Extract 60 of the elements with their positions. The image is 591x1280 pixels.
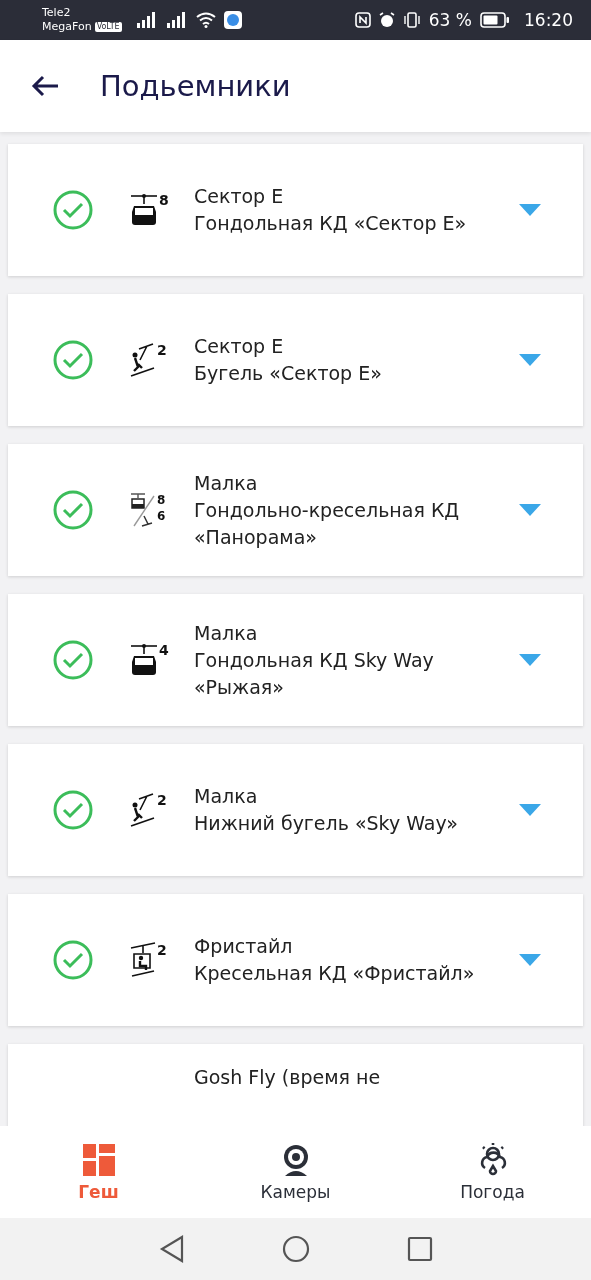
lift-name: Гондольная КД Sky Way «Рыжая»	[194, 647, 435, 700]
lift-area: Сектор Е	[194, 333, 509, 360]
wifi-icon	[195, 12, 216, 28]
lift-card[interactable]: Gosh Fly (время не	[8, 1044, 583, 1126]
carrier-name: MegaFon	[42, 20, 92, 34]
lift-area: Малка	[194, 783, 509, 810]
gondola-icon	[130, 192, 158, 228]
dropdown-caret-icon[interactable]	[519, 954, 541, 966]
tbar-skier-icon	[130, 792, 156, 828]
lift-name: Гондольно-кресельная КД «Панорама»	[194, 497, 461, 550]
lift-card[interactable]: 8 Сектор Е Гондольная КД «Сектор Е»	[8, 144, 583, 276]
lift-name: Нижний бугель «Sky Way»	[194, 811, 459, 836]
lift-card[interactable]: 4 Малка Гондольная КД Sky Way «Рыжая»	[8, 594, 583, 726]
dropdown-caret-icon[interactable]	[519, 504, 541, 516]
lift-card[interactable]: 2 Фристайл Кресельная КД «Фристайл»	[8, 894, 583, 1026]
dropdown-caret-icon[interactable]	[519, 204, 541, 216]
alarm-icon	[378, 12, 395, 28]
gondola-icon	[130, 642, 158, 678]
vibrate-icon	[402, 12, 421, 28]
chairlift-icon	[130, 942, 156, 978]
gondola-chair-icon	[130, 492, 156, 528]
lift-card[interactable]: 8 6 Малка Гондольно-кресельная КД «Панорама»	[8, 444, 583, 576]
capacity-number: 2	[157, 942, 167, 958]
back-arrow-icon[interactable]	[30, 74, 60, 98]
nfc-icon	[354, 12, 371, 28]
lift-name: Гондольная КД «Сектор Е»	[194, 211, 468, 236]
lift-card[interactable]: 2 Малка Нижний бугель «Sky Way»	[8, 744, 583, 876]
battery-percent: 63 %	[428, 10, 472, 30]
dropdown-caret-icon[interactable]	[519, 654, 541, 666]
lift-name: Кресельная КД «Фристайл»	[194, 961, 476, 986]
lift-area: Сектор Е	[194, 183, 509, 210]
lift-area: Фристайл	[194, 933, 509, 960]
back-triangle-icon[interactable]	[158, 1235, 185, 1263]
clock-time: 16:20	[524, 10, 573, 30]
dropdown-caret-icon[interactable]	[519, 354, 541, 366]
dropdown-caret-icon[interactable]	[519, 804, 541, 816]
lift-name: Бугель «Сектор Е»	[194, 361, 383, 386]
tbar-skier-icon	[130, 342, 156, 378]
capacity-number: 2	[157, 792, 167, 808]
nav-tab[interactable]: Камеры	[230, 1142, 361, 1202]
capacity-number: 8	[157, 492, 166, 508]
signal-icon	[135, 12, 158, 28]
signal-icon	[165, 12, 188, 28]
lift-card[interactable]: 2 Сектор Е Бугель «Сектор Е»	[8, 294, 583, 426]
capacity-number: 2	[157, 342, 167, 358]
globe-app-icon	[223, 11, 242, 29]
volte-badge: VoLTE	[94, 22, 122, 32]
capacity-number: 4	[159, 642, 169, 658]
capacity-number: 6	[157, 508, 166, 524]
grid-icon	[80, 1142, 117, 1178]
home-circle-icon[interactable]	[281, 1235, 310, 1263]
recents-square-icon[interactable]	[406, 1236, 433, 1262]
lift-area: Gosh Fly (время не	[194, 1064, 541, 1091]
lift-area: Малка	[194, 469, 509, 497]
nav-tab[interactable]: Погода	[427, 1142, 558, 1202]
page-title: Подьемники	[100, 69, 291, 103]
carrier-name: Tele2	[42, 6, 72, 20]
battery-icon	[480, 12, 510, 28]
lift-area: Малка	[194, 619, 509, 647]
capacity-number: 8	[159, 192, 169, 208]
